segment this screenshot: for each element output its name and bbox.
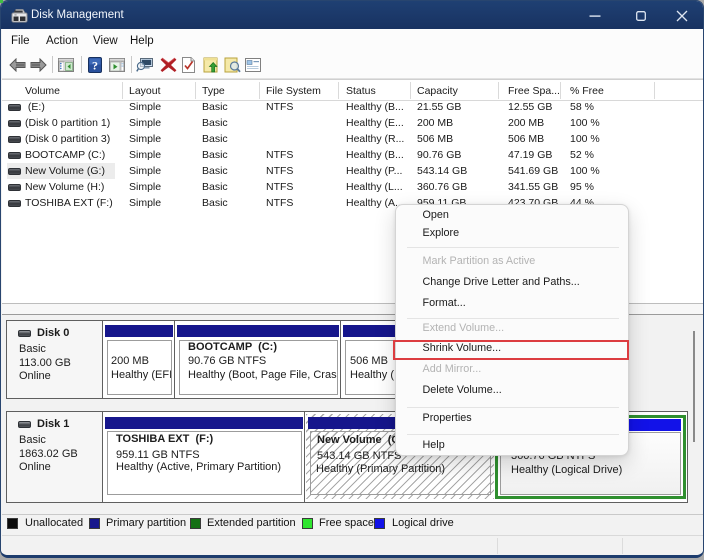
svg-text:?: ?	[92, 59, 98, 73]
